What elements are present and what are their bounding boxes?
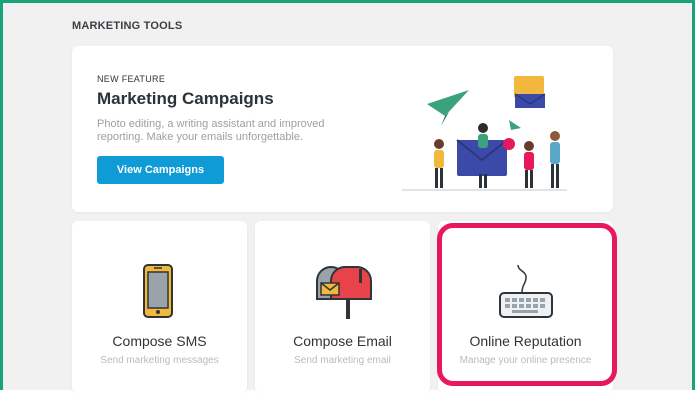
keyboard-icon	[499, 264, 553, 318]
view-campaigns-button[interactable]: View Campaigns	[97, 156, 224, 184]
mobile-phone-icon	[143, 264, 173, 318]
compose-sms-tile[interactable]: Compose SMS Send marketing messages	[72, 221, 247, 393]
compose-email-subtitle: Send marketing email	[294, 355, 391, 366]
compose-sms-subtitle: Send marketing messages	[100, 355, 219, 366]
feature-title: Marketing Campaigns	[97, 89, 274, 108]
feature-card: NEW FEATURE Marketing Campaigns Photo ed…	[72, 46, 613, 212]
mailbox-icon	[316, 266, 372, 319]
feature-eyebrow: NEW FEATURE	[97, 74, 166, 84]
section-title: MARKETING TOOLS	[72, 20, 183, 32]
app-frame: MARKETING TOOLS NEW FEATURE Marketing Ca…	[0, 0, 695, 393]
compose-email-title: Compose Email	[293, 333, 392, 349]
compose-sms-title: Compose SMS	[112, 333, 207, 349]
feature-description: Photo editing, a writing assistant and i…	[97, 118, 325, 143]
online-reputation-subtitle: Manage your online presence	[459, 355, 592, 366]
marketing-campaigns-illustration	[402, 76, 567, 191]
online-reputation-tile[interactable]: Online Reputation Manage your online pre…	[438, 221, 613, 393]
compose-email-tile[interactable]: Compose Email Send marketing email	[255, 221, 430, 393]
online-reputation-title: Online Reputation	[469, 333, 582, 349]
